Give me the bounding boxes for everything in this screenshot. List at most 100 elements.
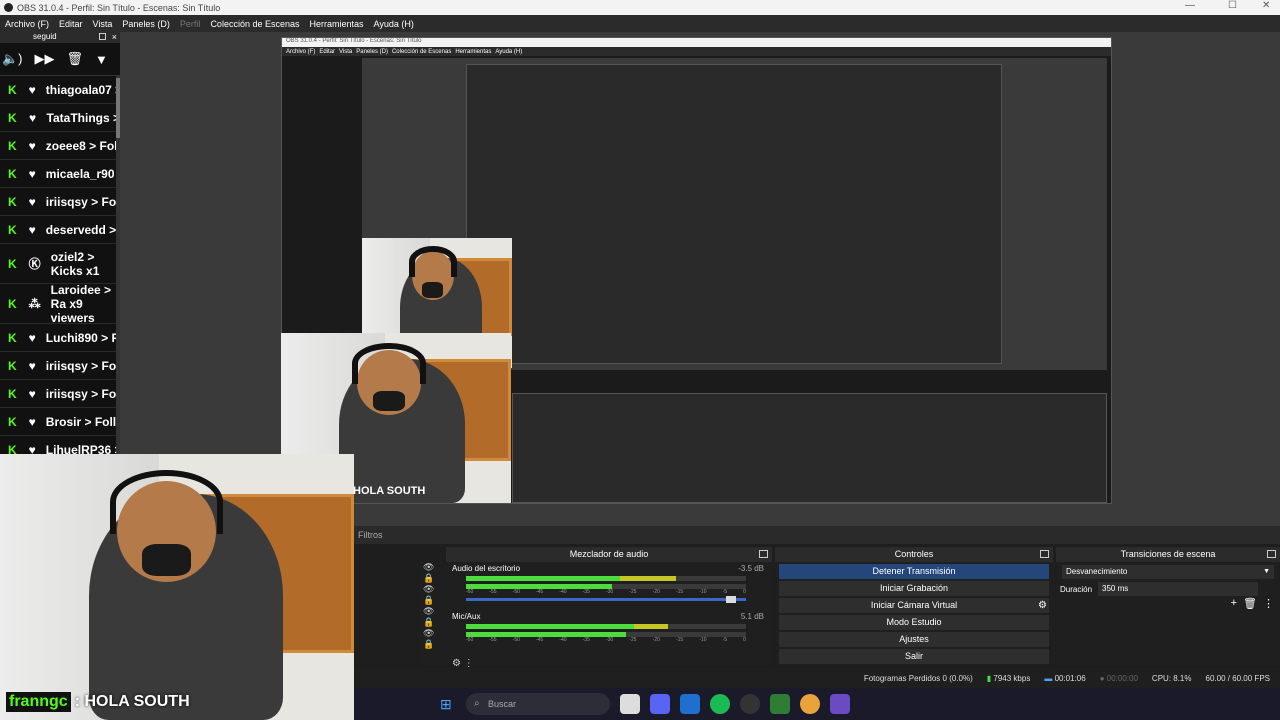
- menu-coleccion[interactable]: Colección de Escenas: [205, 19, 304, 29]
- chat-row-text: iriisqsy > Follo: [45, 386, 120, 401]
- event-icon: ♥: [28, 222, 36, 237]
- obs-icon[interactable]: [740, 694, 760, 714]
- chat-row-text: Luchi890 > Fo: [45, 330, 120, 345]
- add-icon[interactable]: +: [1231, 597, 1237, 610]
- filters-button[interactable]: Filtros: [354, 526, 1280, 544]
- kick-icon: K: [8, 386, 17, 401]
- nested-canvas: [362, 58, 1107, 370]
- taskbar-search[interactable]: ⌕ Buscar: [466, 693, 610, 715]
- undock-icon[interactable]: [759, 550, 768, 558]
- mixer-header: Mezclador de audio: [446, 547, 772, 562]
- control-button[interactable]: Detener Transmisión: [779, 564, 1049, 579]
- transitions-dock: Transiciones de escena Desvanecimiento ▼…: [1056, 547, 1280, 665]
- control-button[interactable]: Ajustes: [779, 632, 1049, 647]
- record-time: ● 00:00:00: [1099, 673, 1138, 683]
- control-button[interactable]: Salir: [779, 649, 1049, 664]
- chat-close-button[interactable]: ×: [112, 32, 117, 42]
- trash-icon[interactable]: 🗑: [67, 51, 84, 67]
- eye-icon[interactable]: 👁: [423, 606, 446, 617]
- filter-icon[interactable]: ▼: [95, 52, 108, 67]
- chat-row: K ♥ iriisqsy > Follo: [0, 380, 120, 408]
- chat-toolbar: 🔈) ▶▶ 🗑 ▼: [0, 43, 120, 76]
- taskview-icon[interactable]: [620, 694, 640, 714]
- minimize-button[interactable]: —: [1185, 0, 1195, 11]
- mixer-track-icons: 👁 🔒 👁 🔒 👁 🔒 👁 🔒: [418, 562, 446, 665]
- track-name: Mic/Aux: [452, 612, 481, 621]
- menu-bar: Archivo (F) Editar Vista Paneles (D) Per…: [0, 15, 1280, 32]
- duration-row: Duración 350 ms: [1060, 582, 1280, 596]
- eye-icon[interactable]: 👁: [423, 628, 446, 639]
- menu-editar[interactable]: Editar: [54, 19, 88, 29]
- chat-row-text: Brosir > Follow: [45, 414, 120, 429]
- app-icon[interactable]: [830, 694, 850, 714]
- menu-ayuda[interactable]: Ayuda (H): [369, 19, 419, 29]
- transition-select[interactable]: Desvanecimiento ▼: [1062, 565, 1274, 579]
- undock-icon[interactable]: [99, 33, 106, 40]
- chat-row: K ♥ iriisqsy > Follo: [0, 352, 120, 380]
- store-icon[interactable]: [680, 694, 700, 714]
- gear-icon[interactable]: ⚙: [1038, 598, 1047, 613]
- chat-row: K ⁂ Laroidee > Ra x9 viewers: [0, 284, 120, 324]
- duration-input[interactable]: 350 ms: [1098, 582, 1259, 596]
- menu-paneles[interactable]: Paneles (D): [117, 19, 175, 29]
- menu-vista[interactable]: Vista: [88, 19, 118, 29]
- kick-icon: K: [8, 358, 17, 373]
- chat-dock-header: seguid ×: [0, 32, 120, 43]
- menu-archivo[interactable]: Archivo (F): [0, 19, 54, 29]
- chat-row-text: deservedd > F: [45, 222, 120, 237]
- mute-icon[interactable]: 🔈): [2, 51, 23, 67]
- close-button[interactable]: ✕: [1262, 0, 1270, 11]
- chat-scrollbar[interactable]: [116, 76, 120, 456]
- lock-icon[interactable]: 🔒: [423, 595, 446, 606]
- event-icon: Ⓚ: [28, 256, 41, 271]
- skip-icon[interactable]: ▶▶: [35, 51, 55, 67]
- chat-row: K ♥ zoeee8 > Follo: [0, 132, 120, 160]
- minecraft-icon[interactable]: [770, 694, 790, 714]
- nested-docks: [512, 393, 1107, 503]
- control-button[interactable]: Iniciar Cámara Virtual ⚙: [779, 598, 1049, 613]
- chat-row: K Ⓚoziel2 > Kicks x1: [0, 244, 120, 284]
- undock-icon[interactable]: [1040, 550, 1049, 558]
- transition-selected: Desvanecimiento: [1066, 567, 1128, 576]
- mixer-tracks: Audio del escritorio -3.5 dB -60 -55 -50 -45-…: [446, 562, 772, 658]
- maximize-button[interactable]: ☐: [1228, 0, 1237, 11]
- stream-icon: ▬: [1044, 673, 1053, 683]
- menu-icon[interactable]: ⋮: [1263, 597, 1274, 610]
- taskbar-apps: [620, 694, 850, 714]
- chevron-down-icon: ▼: [1263, 568, 1270, 575]
- status-bar: Fotogramas Perdidos 0 (0.0%) ▮ 7943 kbps…: [354, 668, 1280, 688]
- lock-icon[interactable]: 🔒: [423, 639, 446, 650]
- chat-dock-title: seguid: [33, 32, 57, 41]
- windows-start-icon[interactable]: ⊞: [440, 696, 452, 713]
- stream-time: ▬ 00:01:06: [1044, 673, 1086, 683]
- obs-logo-icon: [4, 3, 13, 12]
- eye-icon[interactable]: 👁: [423, 562, 446, 573]
- mixer-track: Audio del escritorio -3.5 dB -60 -55 -50 -45-…: [446, 562, 772, 610]
- lock-icon[interactable]: 🔒: [423, 573, 446, 584]
- undock-icon[interactable]: [1267, 550, 1276, 558]
- control-button[interactable]: Modo Estudio: [779, 615, 1049, 630]
- transitions-header: Transiciones de escena: [1056, 547, 1280, 562]
- meter-scale: -60 -55 -50 -45 -40 -35 -30 -25 -20 -15 -10 -5 0: [466, 589, 746, 595]
- event-icon: ♥: [28, 330, 36, 345]
- trash-icon[interactable]: 🗑: [1243, 597, 1257, 610]
- overlay-message: : HOLA SOUTH: [74, 693, 190, 710]
- duration-label: Duración: [1060, 584, 1093, 594]
- chat-overlay: franngc : HOLA SOUTH: [6, 690, 206, 714]
- event-icon: ♥: [28, 138, 36, 153]
- control-button[interactable]: Iniciar Grabación: [779, 581, 1049, 596]
- volume-slider[interactable]: [466, 596, 746, 603]
- menu-herramientas[interactable]: Herramientas: [305, 19, 369, 29]
- chat-row-text: iriisqsy > Follo: [45, 358, 120, 373]
- eye-icon[interactable]: 👁: [423, 584, 446, 595]
- overlay-username: franngc: [6, 692, 71, 712]
- level-meter: [466, 576, 746, 581]
- transitions-title: Transiciones de escena: [1120, 549, 1216, 559]
- chrome-icon[interactable]: [800, 694, 820, 714]
- cpu-usage: CPU: 8.1%: [1151, 673, 1192, 683]
- discord-icon[interactable]: [650, 694, 670, 714]
- track-name: Audio del escritorio: [452, 564, 521, 573]
- lock-icon[interactable]: 🔒: [423, 617, 446, 628]
- event-icon: ♥: [28, 166, 36, 181]
- spotify-icon[interactable]: [710, 694, 730, 714]
